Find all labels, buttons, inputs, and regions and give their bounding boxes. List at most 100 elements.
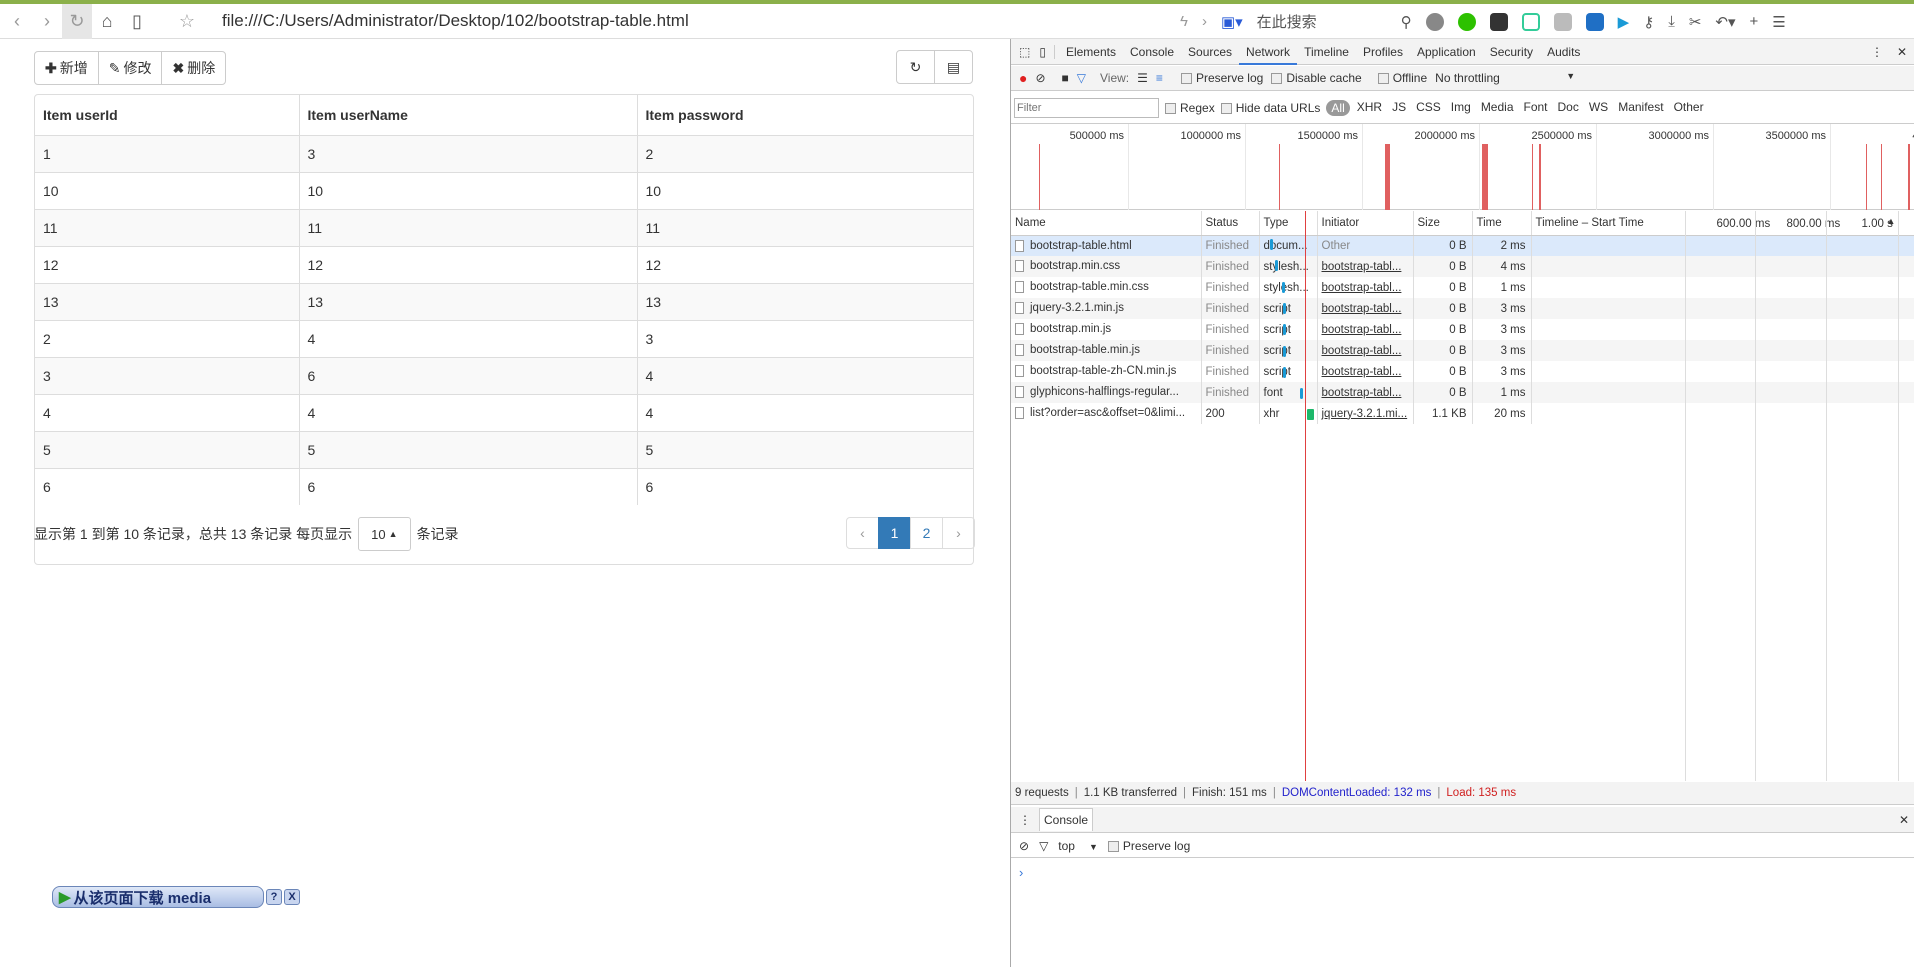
filter-icon[interactable]: ▽ [1077, 71, 1086, 85]
lightning-icon[interactable]: ϟ [1180, 13, 1188, 30]
help-button[interactable]: ? [266, 889, 282, 905]
throttling-select[interactable]: No throttling ▼ [1435, 71, 1575, 85]
type-filter-font[interactable]: Font [1521, 100, 1551, 116]
plus-icon[interactable]: + [1750, 13, 1759, 30]
drawer-menu-icon[interactable]: ⋮ [1011, 813, 1039, 827]
undo-icon[interactable]: ↶▾ [1715, 13, 1735, 31]
filter-icon[interactable]: ▽ [1039, 839, 1048, 853]
close-drawer-icon[interactable]: ✕ [1899, 813, 1909, 827]
shield-icon[interactable] [1553, 12, 1572, 31]
devtools-tab-application[interactable]: Application [1410, 39, 1483, 65]
table-row[interactable]: 243 [35, 319, 973, 357]
request-initiator[interactable]: bootstrap-tabl... [1317, 361, 1414, 382]
col-status[interactable]: Status [1201, 211, 1260, 236]
col-size[interactable]: Size [1413, 211, 1473, 236]
filter-input[interactable] [1014, 97, 1159, 118]
type-filter-media[interactable]: Media [1478, 100, 1517, 116]
device-icon[interactable]: ▯ [1035, 44, 1055, 59]
reader-icon[interactable]: ▯ [122, 11, 152, 32]
table-row[interactable]: 12 12 12 [35, 245, 973, 283]
preserve-log-checkbox[interactable]: Preserve log [1180, 71, 1263, 85]
record-icon[interactable]: ● [1019, 70, 1027, 86]
table-row[interactable]: 13 13 13 [35, 282, 973, 320]
request-row[interactable]: bootstrap-table-zh-CN.min.js Finished scri… [1011, 361, 1914, 382]
hide-data-urls-checkbox[interactable]: Hide data URLs [1220, 101, 1320, 115]
edit-button[interactable]: ✎ 修改 [97, 51, 163, 85]
console-tab[interactable]: Console [1039, 808, 1094, 831]
extension-icon[interactable] [1425, 12, 1444, 31]
add-button[interactable]: ✚ 新增 [34, 51, 99, 85]
table-row[interactable]: 364 [35, 356, 973, 394]
search-icon[interactable]: ⚲ [1401, 13, 1412, 31]
table-row[interactable]: 444 [35, 393, 973, 431]
scissors-icon[interactable]: ✂ [1689, 13, 1702, 31]
page-1[interactable]: 1 [878, 517, 911, 549]
chevron-right-icon[interactable]: › [1202, 13, 1207, 30]
request-initiator[interactable]: bootstrap-tabl... [1317, 340, 1414, 361]
request-initiator[interactable]: bootstrap-tabl... [1317, 298, 1414, 319]
type-filter-js[interactable]: JS [1389, 100, 1409, 116]
request-initiator[interactable]: jquery-3.2.1.mi... [1317, 403, 1414, 424]
more-icon[interactable]: ⋮ [1871, 45, 1883, 59]
home-icon[interactable]: ⌂ [92, 11, 122, 32]
clear-console-icon[interactable]: ⊘ [1019, 839, 1029, 853]
page-size-dropdown[interactable]: 10 ▲ [358, 517, 411, 551]
close-devtools-icon[interactable]: ✕ [1897, 45, 1907, 59]
type-filter-xhr[interactable]: XHR [1354, 100, 1385, 116]
type-filter-css[interactable]: CSS [1413, 100, 1444, 116]
col-timeline[interactable]: Timeline – Start Time 600.00 ms 800.00 m… [1531, 211, 1914, 236]
search-engine-input[interactable]: 在此搜索 [1257, 11, 1387, 32]
type-filter-all[interactable]: All [1326, 99, 1350, 116]
request-initiator[interactable]: bootstrap-tabl... [1317, 277, 1414, 298]
camera-icon[interactable]: ■ [1062, 71, 1069, 85]
baidu-icon[interactable]: ▣▾ [1221, 13, 1243, 31]
clear-icon[interactable]: ⊘ [1035, 71, 1045, 85]
list-view-icon[interactable]: ☰ [1137, 71, 1148, 85]
type-filter-other[interactable]: Other [1671, 100, 1707, 116]
request-row[interactable]: bootstrap-table.min.css Finished stylesh..… [1011, 277, 1914, 298]
col-name[interactable]: Name [1011, 211, 1202, 236]
close-button[interactable]: X [284, 889, 300, 905]
col-time[interactable]: Time [1472, 211, 1532, 236]
request-row[interactable]: bootstrap-table.html Finished docum... Othe… [1011, 235, 1914, 256]
column-header-userid[interactable]: Item userId [35, 95, 299, 136]
regex-checkbox[interactable]: Regex [1165, 101, 1215, 115]
devtools-tab-profiles[interactable]: Profiles [1356, 39, 1410, 65]
play-icon[interactable]: ▶ [1618, 13, 1630, 31]
request-row[interactable]: bootstrap.min.css Finished stylesh... boots… [1011, 256, 1914, 277]
reload-icon[interactable]: ↻ [62, 3, 92, 39]
extension-icon[interactable] [1521, 12, 1540, 31]
type-filter-img[interactable]: Img [1448, 100, 1474, 116]
type-filter-doc[interactable]: Doc [1555, 100, 1582, 116]
devtools-tab-security[interactable]: Security [1483, 39, 1540, 65]
page-next[interactable]: › [942, 517, 975, 549]
column-header-password[interactable]: Item password [636, 95, 973, 136]
key-icon[interactable]: ⚷ [1643, 13, 1654, 31]
offline-checkbox[interactable]: Offline [1377, 71, 1427, 85]
devtools-tab-sources[interactable]: Sources [1181, 39, 1239, 65]
devtools-tab-timeline[interactable]: Timeline [1297, 39, 1356, 65]
devtools-tab-elements[interactable]: Elements [1059, 39, 1123, 65]
star-icon[interactable]: ☆ [172, 11, 202, 32]
context-select[interactable]: top ▼ [1058, 839, 1098, 853]
forward-icon[interactable]: › [32, 11, 62, 32]
columns-button[interactable]: ▤ [934, 50, 973, 84]
col-initiator[interactable]: Initiator [1317, 211, 1414, 236]
column-header-username[interactable]: Item userName [298, 95, 637, 136]
address-bar[interactable]: file:///C:/Users/Administrator/Desktop/1… [222, 11, 689, 31]
wechat-icon[interactable] [1457, 12, 1476, 31]
back-icon[interactable]: ‹ [2, 11, 32, 32]
refresh-button[interactable]: ↻ [896, 50, 935, 84]
request-row[interactable]: glyphicons-halflings-regular... Finished f… [1011, 382, 1914, 403]
devtools-tab-network[interactable]: Network [1239, 39, 1298, 65]
extension-icon[interactable] [1585, 12, 1604, 31]
request-row[interactable]: bootstrap-table.min.js Finished script boot… [1011, 340, 1914, 361]
request-initiator[interactable]: bootstrap-tabl... [1317, 382, 1414, 403]
page-prev[interactable]: ‹ [846, 517, 879, 549]
col-type[interactable]: Type [1259, 211, 1318, 236]
table-row[interactable]: 666 [35, 467, 973, 505]
request-initiator[interactable]: bootstrap-tabl... [1317, 256, 1414, 277]
devtools-tab-console[interactable]: Console [1123, 39, 1181, 65]
disable-cache-checkbox[interactable]: Disable cache [1271, 71, 1362, 85]
table-row[interactable]: 555 [35, 430, 973, 468]
